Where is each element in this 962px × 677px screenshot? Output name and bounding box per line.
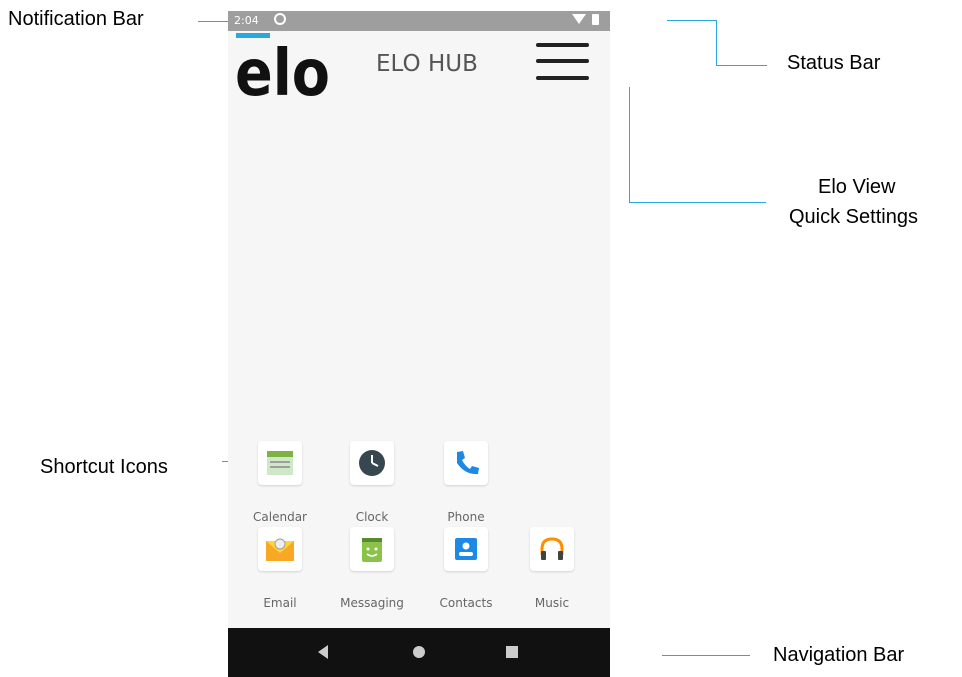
- calendar-icon: [258, 441, 302, 485]
- quick-settings-callout-line-v: [629, 87, 630, 203]
- quick-settings-callout-line-h: [629, 202, 766, 203]
- app-label: Messaging: [340, 596, 404, 610]
- status-bar-callout-line-v: [716, 20, 717, 66]
- status-bar-callout-line-h1: [667, 20, 716, 21]
- clock-icon: [350, 441, 394, 485]
- contacts-icon: [444, 527, 488, 571]
- battery-icon: [592, 14, 599, 25]
- back-icon[interactable]: [294, 628, 354, 677]
- app-label: Clock: [355, 510, 389, 524]
- app-label: Music: [534, 596, 570, 610]
- notification-bar-callout: Notification Bar: [8, 8, 144, 30]
- quick-settings-callout-line1: Elo View: [818, 176, 896, 198]
- recents-icon[interactable]: [482, 628, 542, 677]
- navigation-bar-callout-line: [662, 655, 750, 656]
- status-bar-callout-line-h2: [716, 65, 767, 66]
- messaging-icon: [350, 527, 394, 571]
- nfc-icon: [274, 13, 286, 25]
- app-label: Email: [263, 596, 297, 610]
- navigation-bar: [228, 628, 610, 677]
- app-label: Phone: [447, 510, 485, 524]
- svg-text:elo: elo: [236, 37, 330, 99]
- elo-logo: elo: [235, 29, 336, 111]
- quick-settings-menu-icon[interactable]: [536, 43, 592, 87]
- headphones-icon: [530, 527, 574, 571]
- status-bar-callout: Status Bar: [787, 52, 881, 74]
- phone-screen: 2:04 elo ELO HUB Calendar Clock Phone Em…: [228, 11, 610, 677]
- app-label: Calendar: [253, 510, 307, 524]
- quick-settings-callout-line2: Quick Settings: [789, 206, 918, 228]
- phone-icon: [444, 441, 488, 485]
- shortcut-icons-callout: Shortcut Icons: [40, 456, 168, 478]
- status-bar: 2:04: [228, 11, 610, 31]
- email-icon: [258, 527, 302, 571]
- navigation-bar-callout: Navigation Bar: [773, 644, 905, 666]
- hub-title: ELO HUB: [376, 51, 478, 77]
- status-time: 2:04: [234, 14, 259, 27]
- home-icon[interactable]: [389, 628, 449, 677]
- wifi-icon: [572, 14, 586, 24]
